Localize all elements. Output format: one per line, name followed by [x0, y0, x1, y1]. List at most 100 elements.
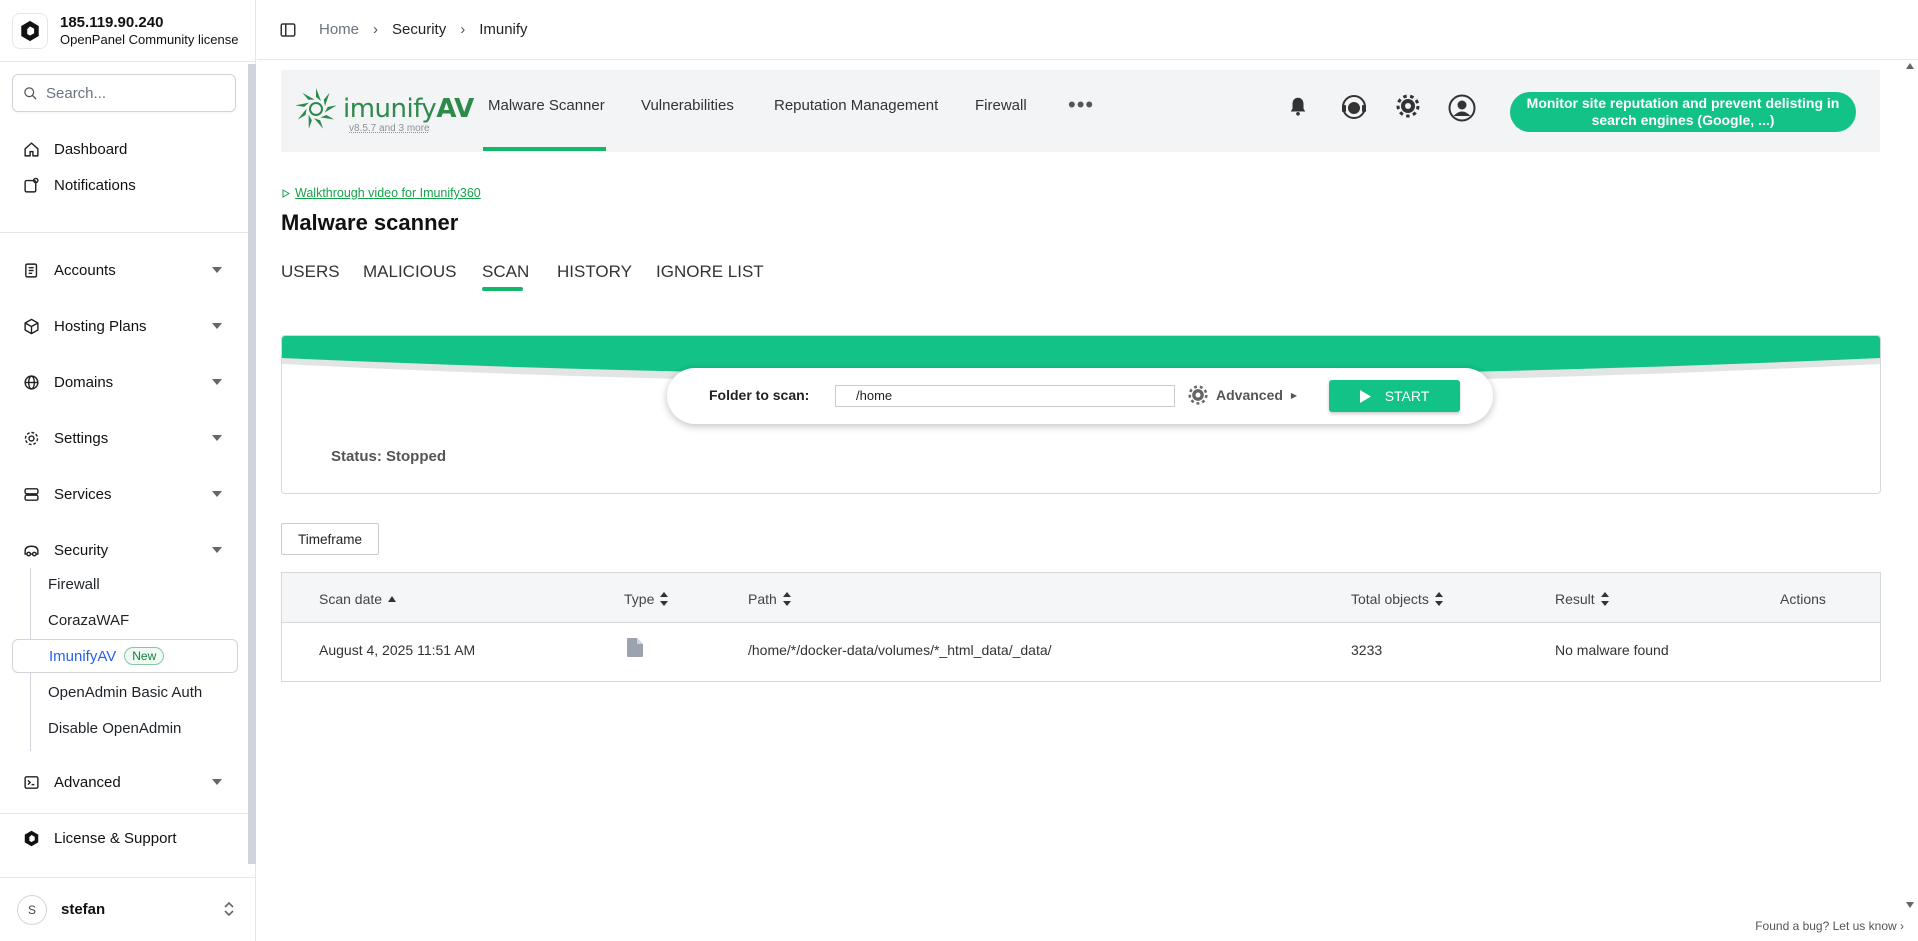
tab-history[interactable]: HISTORY [557, 262, 632, 282]
sidebar-item-notifications[interactable]: Notifications [12, 167, 236, 203]
column-label: Result [1555, 591, 1595, 607]
imunify-star-icon [295, 88, 337, 129]
sidebar-item-accounts[interactable]: Accounts [12, 252, 236, 288]
sidebar-item-settings[interactable]: Settings [12, 420, 236, 456]
sidebar-subitem-openadmin-basic-auth[interactable]: OpenAdmin Basic Auth [12, 675, 238, 709]
server-icon [22, 485, 40, 503]
chevron-right-icon: › [1900, 919, 1904, 933]
sidebar-item-security[interactable]: Security [12, 532, 236, 568]
column-label: Path [748, 591, 777, 607]
folder-input[interactable]: /home [835, 385, 1175, 407]
timeframe-button[interactable]: Timeframe [281, 523, 379, 555]
start-button[interactable]: START [1329, 380, 1460, 412]
tab-reputation-management[interactable]: Reputation Management [774, 97, 938, 114]
user-menu[interactable]: S stefan [0, 877, 256, 941]
user-name: stefan [61, 901, 106, 918]
cell-path: /home/*/docker-data/volumes/*_html_data/… [748, 642, 1052, 658]
accounts-icon [22, 261, 40, 279]
support-agent-icon[interactable] [1341, 94, 1367, 120]
walkthrough-link[interactable]: Walkthrough video for Imunify360 [282, 186, 481, 200]
tab-malicious[interactable]: MALICIOUS [363, 262, 457, 282]
search-input[interactable]: Search... [12, 74, 236, 112]
scan-history-table: Scan date Type Path Total objects Result… [281, 572, 1881, 682]
settings-gear-icon[interactable] [1396, 94, 1420, 118]
play-outline-icon [282, 188, 290, 198]
chevron-right-icon: › [460, 21, 466, 38]
sidebar-item-dashboard[interactable]: Dashboard [12, 131, 236, 167]
cell-scan-date: August 4, 2025 11:51 AM [319, 642, 476, 658]
globe-icon [22, 373, 40, 391]
page-scrollbar[interactable] [1906, 63, 1916, 69]
version-link[interactable]: v8.5.7 and 3 more [349, 123, 430, 134]
sort-icon [660, 592, 669, 606]
tab-users[interactable]: USERS [281, 262, 340, 282]
advanced-toggle[interactable]: Advanced ▶ [1188, 385, 1297, 405]
tab-vulnerabilities[interactable]: Vulnerabilities [641, 97, 734, 114]
column-path[interactable]: Path [748, 591, 791, 607]
scroll-up-icon[interactable] [1906, 63, 1914, 69]
sidebar-scroll-area: Search... Dashboard Notifications Accoun… [0, 62, 256, 878]
chevron-down-icon [212, 779, 222, 785]
breadcrumb-home[interactable]: Home [319, 21, 359, 38]
sidebar-item-label: Security [54, 541, 109, 559]
sidebar-item-services[interactable]: Services [12, 476, 236, 512]
column-scan-date[interactable]: Scan date [319, 591, 397, 607]
bell-icon[interactable] [1287, 94, 1309, 118]
chevron-down-icon [212, 267, 222, 273]
tab-ignore-list[interactable]: IGNORE LIST [656, 262, 764, 282]
sidebar-item-label: Advanced [54, 773, 121, 791]
imunify-logo-text: imunifyAV [343, 94, 474, 124]
search-placeholder: Search... [46, 84, 107, 102]
server-header[interactable]: 185.119.90.240 OpenPanel Community licen… [0, 0, 255, 62]
breadcrumb-security[interactable]: Security [392, 21, 446, 38]
sidebar-item-hosting-plans[interactable]: Hosting Plans [12, 308, 236, 344]
sidebar-scrollbar[interactable] [248, 64, 256, 864]
user-account-icon[interactable] [1448, 94, 1476, 122]
sidebar-item-label: Services [54, 485, 112, 503]
sidebar-subitem-corazawaf[interactable]: CorazaWAF [12, 603, 238, 637]
column-label: Actions [1780, 591, 1826, 607]
sidebar-item-label: Domains [54, 373, 114, 391]
sidebar-divider [0, 813, 248, 814]
column-label: Scan date [319, 591, 383, 607]
sidebar-item-domains[interactable]: Domains [12, 364, 236, 400]
home-icon [22, 140, 40, 158]
gear-icon [22, 429, 40, 447]
sidebar-subitem-disable-openadmin[interactable]: Disable OpenAdmin [12, 711, 238, 745]
reputation-cta-button[interactable]: Monitor site reputation and prevent deli… [1510, 92, 1856, 132]
subitem-label: CorazaWAF [48, 611, 130, 629]
tab-firewall[interactable]: Firewall [975, 97, 1027, 114]
column-result[interactable]: Result [1555, 591, 1609, 607]
sidebar-subitem-imunifyav[interactable]: ImunifyAV New [12, 639, 238, 673]
report-bug-link[interactable]: Found a bug? Let us know › [1755, 919, 1904, 933]
page-title: Malware scanner [281, 210, 459, 235]
breadcrumb-imunify: Imunify [479, 21, 528, 38]
server-ip: 185.119.90.240 [60, 13, 164, 31]
search-icon [24, 86, 37, 100]
sidebar-item-license-support[interactable]: License & Support [12, 820, 236, 856]
sidebar-subitem-firewall[interactable]: Firewall [12, 567, 238, 601]
sidebar-toggle-icon[interactable] [279, 21, 297, 39]
walkthrough-link-text: Walkthrough video for Imunify360 [295, 186, 481, 200]
column-type[interactable]: Type [624, 591, 669, 607]
active-tab-indicator [482, 287, 523, 291]
start-label: START [1384, 388, 1430, 404]
subitem-label: ImunifyAV [49, 647, 117, 665]
tab-scan[interactable]: SCAN [482, 262, 529, 282]
sort-icon [1434, 592, 1443, 606]
tab-malware-scanner[interactable]: Malware Scanner [488, 97, 605, 114]
column-label: Type [624, 591, 655, 607]
more-menu-icon[interactable]: ••• [1068, 94, 1094, 116]
sort-asc-icon [388, 596, 397, 602]
sidebar-divider [0, 232, 248, 233]
caret-right-icon: ▶ [1290, 390, 1298, 400]
sidebar-item-advanced[interactable]: Advanced [12, 764, 236, 800]
chevron-updown-icon [224, 902, 234, 916]
chevron-down-icon [212, 547, 222, 553]
chevron-down-icon [212, 491, 222, 497]
chevron-down-icon [212, 435, 222, 441]
scan-controls: Folder to scan: /home Advanced ▶ START [667, 368, 1493, 424]
advanced-label: Advanced [1216, 387, 1283, 403]
column-total-objects[interactable]: Total objects [1351, 591, 1443, 607]
scroll-down-icon[interactable] [1906, 902, 1914, 908]
